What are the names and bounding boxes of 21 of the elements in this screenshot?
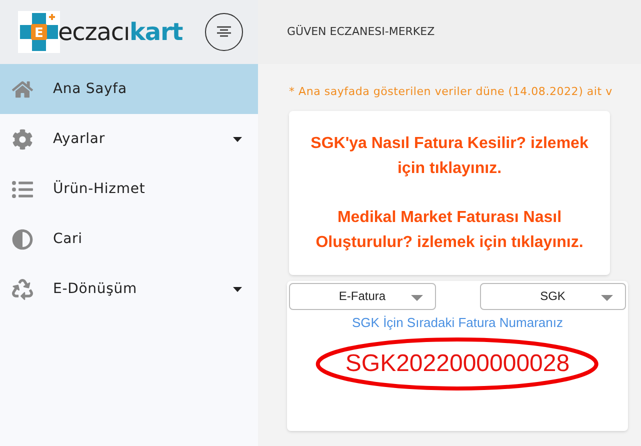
notice-text: * Ana sayfada gösterilen veriler düne (14.08.2022) ait v	[289, 84, 612, 100]
list-icon	[12, 178, 33, 200]
caret-icon	[410, 294, 422, 300]
sidebar-item[interactable]: Ayarlar	[0, 114, 258, 164]
menu-toggle-button[interactable]	[204, 13, 243, 51]
caret-icon	[601, 294, 613, 300]
settings-icon	[12, 128, 33, 150]
invoice-type-select[interactable]: E-Fatura	[289, 282, 436, 310]
recycle-icon	[12, 278, 33, 300]
logo-icon: E	[18, 11, 60, 53]
next-invoice-label: SGK İçin Sıradaki Fatura Numaranız	[352, 314, 563, 332]
invoice-number: SGK2022000000028	[345, 350, 570, 377]
pharmacy-name: GÜVEN ECZANESI-MERKEZ	[287, 24, 435, 40]
brand-name: eczacıkart	[58, 17, 183, 48]
menu-icon	[216, 26, 232, 38]
sidebar-item[interactable]: Cari	[0, 214, 258, 264]
home-icon	[12, 78, 33, 100]
sidebar-item[interactable]: Ürün-Hizmet	[0, 164, 258, 214]
sidebar-item[interactable]: E-Dönüşüm	[0, 264, 258, 314]
recipient-select[interactable]: SGK	[480, 282, 626, 310]
sidebar-item[interactable]: Ana Sayfa	[0, 64, 258, 114]
